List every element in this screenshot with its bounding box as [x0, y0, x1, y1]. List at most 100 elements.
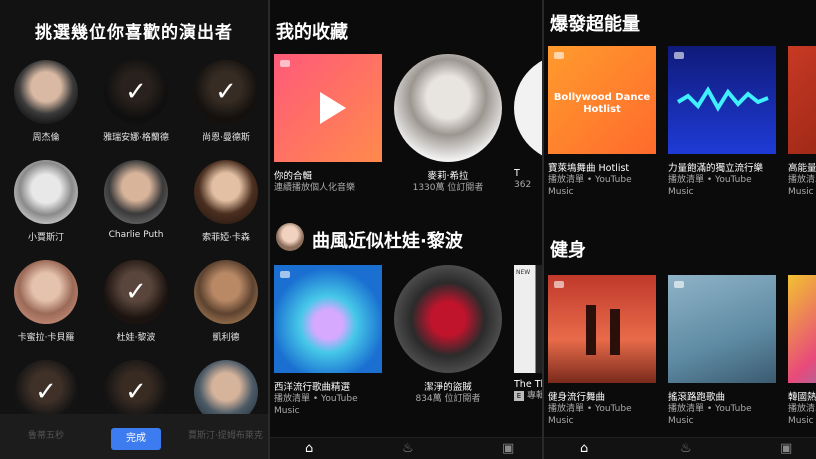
playlist-thumbnail — [788, 46, 816, 154]
youtube-icon — [280, 271, 290, 278]
playlist-card[interactable]: 西洋流行歌曲精選 播放清單 • YouTube Music — [274, 265, 382, 417]
artist-name: 周杰倫 — [32, 133, 60, 143]
artist-item[interactable]: ✓ 杜娃·黎波 — [96, 260, 176, 343]
youtube-icon — [554, 52, 564, 59]
artist-item[interactable]: 周杰倫 — [6, 60, 86, 143]
card-title: 力量飽滿的獨立流行樂 — [668, 163, 764, 174]
artist-item[interactable]: 卡蜜拉·卡貝羅 — [6, 260, 86, 343]
waveform-graphic — [676, 86, 769, 112]
footer-ghost-text: 魯蒂五秒 — [28, 431, 65, 441]
cover-text: Bollywood Dance Hotlist — [553, 92, 651, 115]
artist-avatar — [14, 260, 78, 324]
artist-name: 雅瑞安娜·格蘭德 — [103, 133, 169, 143]
artist-item[interactable]: 小賈斯汀 — [6, 160, 86, 243]
card-subtitle: 834萬 位訂閱者 — [415, 394, 481, 404]
artist-avatar — [276, 223, 304, 251]
playlist-card[interactable]: 健身流行舞曲 播放清單 • YouTube Music — [548, 275, 656, 427]
done-button[interactable]: 完成 — [111, 428, 161, 450]
artist-name: 尚恩·曼德斯 — [202, 133, 250, 143]
hotlist-icon[interactable]: ♨ — [402, 441, 414, 456]
artist-card[interactable]: 潔淨的盜賊 834萬 位訂閱者 — [394, 265, 502, 405]
playlist-thumbnail: Bollywood Dance Hotlist — [548, 46, 656, 154]
check-icon: ✓ — [125, 77, 147, 107]
mix-thumbnail — [274, 54, 382, 162]
artist-name: 卡蜜拉·卡貝羅 — [17, 333, 75, 343]
playlist-thumbnail — [274, 265, 382, 373]
footer-ghost-text: 賈斯汀·提姆布萊克 — [188, 431, 263, 441]
album-card[interactable]: NEW The Th E專輯 — [514, 265, 542, 402]
artist-item[interactable]: ✓ 雅瑞安娜·格蘭德 — [96, 60, 176, 143]
explore-panel: 爆發超能量 Bollywood Dance Hotlist 寶萊塢舞曲 Hotl… — [544, 0, 816, 459]
card-title: The Th — [514, 379, 542, 390]
play-icon — [320, 92, 346, 124]
bottom-navigation: ⌂ ♨ ▣ — [270, 437, 542, 459]
card-title: 潔淨的盜賊 — [424, 382, 472, 393]
playlist-card[interactable]: 搖滾路跑歌曲 播放清單 • YouTube Music — [668, 275, 776, 427]
section-title: 健身 — [550, 240, 586, 261]
playlist-thumbnail — [548, 275, 656, 383]
artist-item[interactable]: Charlie Puth — [96, 160, 176, 240]
dancers-graphic — [586, 305, 620, 355]
artist-card[interactable]: 麥莉·希拉 1330萬 位訂閱者 — [394, 54, 502, 194]
card-subtitle: 播放清單 • YouTube Music — [788, 175, 816, 197]
playlist-card[interactable]: 韓國熱 播放清單 • YouTube Music — [788, 275, 816, 427]
picker-title: 挑選幾位你喜歡的演出者 — [35, 23, 233, 43]
artist-thumbnail — [394, 265, 502, 373]
card-title: 高能量 — [788, 163, 816, 174]
card-title: 寶萊塢舞曲 Hotlist — [548, 163, 630, 174]
artist-avatar — [14, 60, 78, 124]
playlist-card[interactable]: 力量飽滿的獨立流行樂 播放清單 • YouTube Music — [668, 46, 776, 198]
card-title: 西洋流行歌曲精選 — [274, 382, 351, 393]
section-title: 爆發超能量 — [550, 14, 640, 35]
playlist-card[interactable]: 高能量 播放清單 • YouTube Music — [788, 46, 816, 198]
home-icon[interactable]: ⌂ — [580, 441, 588, 456]
card-subtitle: 播放清單 • YouTube Music — [548, 175, 632, 197]
mix-card[interactable]: 你的合輯 連續播放個人化音樂 — [274, 54, 382, 194]
artist-avatar — [104, 160, 168, 224]
playlist-thumbnail — [788, 275, 816, 383]
library-icon[interactable]: ▣ — [780, 441, 792, 456]
artist-avatar: ✓ — [104, 260, 168, 324]
hotlist-icon[interactable]: ♨ — [680, 441, 692, 456]
artist-avatar: ✓ — [104, 60, 168, 124]
card-subtitle: 連續播放個人化音樂 — [274, 183, 356, 193]
artist-item[interactable]: ✓ 尚恩·曼德斯 — [186, 60, 266, 143]
card-title: 你的合輯 — [274, 171, 313, 182]
artist-avatar — [14, 160, 78, 224]
artist-name: Charlie Puth — [108, 230, 164, 240]
artist-avatar — [194, 260, 258, 324]
artist-name: 索菲婭·卡森 — [202, 233, 250, 243]
artist-name: 杜娃·黎波 — [116, 333, 156, 343]
library-icon[interactable]: ▣ — [502, 441, 514, 456]
artist-thumbnail — [514, 54, 542, 162]
section-title: 曲風近似杜娃·黎波 — [312, 231, 463, 252]
artist-item[interactable]: 凱利德 — [186, 260, 266, 343]
card-subtitle: E 專輯 — [514, 390, 542, 402]
artist-picker-panel: 挑選幾位你喜歡的演出者 周杰倫 ✓ 雅瑞安娜·格蘭德 ✓ 尚恩·曼德斯 小賈斯汀… — [0, 0, 268, 459]
card-subtitle: 1330萬 位訂閱者 — [412, 183, 484, 193]
artist-thumbnail — [394, 54, 502, 162]
bottom-navigation: ⌂ ♨ ▣ — [544, 437, 816, 459]
playlist-card[interactable]: Bollywood Dance Hotlist 寶萊塢舞曲 Hotlist 播放… — [548, 46, 656, 198]
card-subtitle: 播放清單 • YouTube Music — [274, 394, 358, 416]
album-thumbnail: NEW — [514, 265, 542, 373]
card-subtitle: 播放清單 • YouTube Music — [668, 404, 752, 426]
card-title: T — [514, 168, 520, 179]
check-icon: ✓ — [125, 277, 147, 307]
artist-avatar — [194, 160, 258, 224]
artist-avatar: ✓ — [194, 60, 258, 124]
youtube-icon — [674, 281, 684, 288]
playlist-thumbnail — [668, 275, 776, 383]
new-label: NEW — [516, 269, 531, 276]
card-subtitle: 播放清單 • YouTube Music — [548, 404, 632, 426]
artist-name: 凱利德 — [212, 333, 240, 343]
card-subtitle: 播放清單 • YouTube Music — [668, 175, 752, 197]
artist-item[interactable]: 索菲婭·卡森 — [186, 160, 266, 243]
explicit-icon: E — [514, 391, 524, 401]
card-title: 健身流行舞曲 — [548, 392, 606, 403]
artist-name: 小賈斯汀 — [27, 233, 64, 243]
artist-card[interactable]: T 362 — [514, 54, 542, 191]
card-title: 麥莉·希拉 — [427, 171, 469, 182]
card-title: 韓國熱 — [788, 392, 816, 403]
home-icon[interactable]: ⌂ — [305, 441, 313, 456]
